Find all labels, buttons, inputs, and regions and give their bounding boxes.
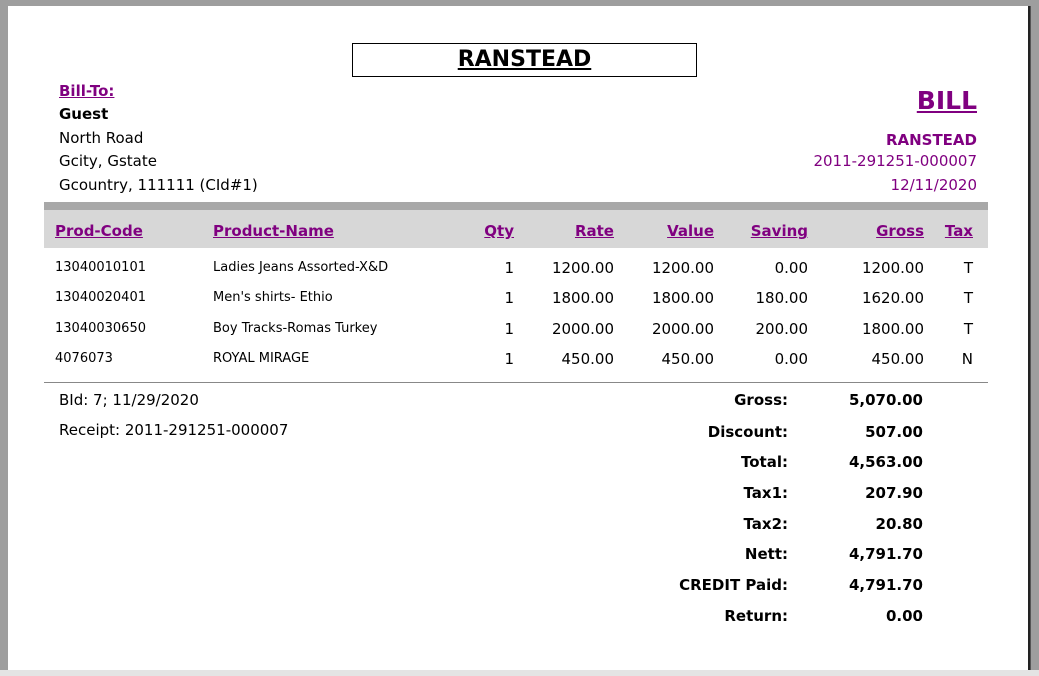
total-label-tax1: Tax1: [743, 484, 788, 502]
total-label-total: Total: [741, 453, 788, 471]
bill-number: 2011-291251-000007 [813, 152, 977, 170]
col-header-qty: Qty [484, 222, 514, 240]
item-tax: T [963, 259, 973, 277]
item-code: 13040020401 [55, 290, 146, 305]
item-rate: 450.00 [561, 350, 615, 368]
item-rate: 1200.00 [551, 259, 614, 277]
item-rate: 1800.00 [551, 289, 614, 307]
store-header-box: RANSTEAD [352, 43, 697, 77]
bill-document: RANSTEAD Bill-To: Guest North Road Gcity… [8, 6, 1030, 670]
bill-store-name: RANSTEAD [885, 131, 977, 149]
item-tax: N [961, 350, 973, 368]
total-label-gross: Gross: [734, 391, 788, 409]
item-qty: 1 [504, 320, 514, 338]
item-tax: T [963, 289, 973, 307]
col-header-gross: Gross [876, 222, 924, 240]
item-code: 13040030650 [55, 321, 146, 336]
item-rate: 2000.00 [551, 320, 614, 338]
item-tax: T [963, 320, 973, 338]
item-name: Men's shirts- Ethio [213, 290, 333, 305]
item-value: 450.00 [661, 350, 715, 368]
item-qty: 1 [504, 259, 514, 277]
total-label-credit-paid: CREDIT Paid: [679, 576, 788, 594]
table-header-band [44, 202, 988, 248]
item-value: 1800.00 [651, 289, 714, 307]
total-value-gross: 5,070.00 [848, 391, 923, 409]
store-header: RANSTEAD [457, 47, 592, 72]
address-line-3: Gcountry, 111111 (CId#1) [59, 176, 258, 194]
col-header-rate: Rate [574, 222, 614, 240]
item-value: 1200.00 [651, 259, 714, 277]
total-value-credit-paid: 4,791.70 [848, 576, 923, 594]
item-gross: 1200.00 [861, 259, 924, 277]
item-gross: 450.00 [871, 350, 925, 368]
col-header-tax: Tax [944, 222, 973, 240]
col-header-prod-code: Prod-Code [55, 222, 143, 240]
bill-date: 12/11/2020 [890, 176, 977, 194]
item-qty: 1 [504, 350, 514, 368]
item-value: 2000.00 [651, 320, 714, 338]
total-label-nett: Nett: [744, 545, 788, 563]
item-gross: 1620.00 [861, 289, 924, 307]
items-divider [44, 382, 988, 383]
total-label-tax2: Tax2: [743, 515, 788, 533]
total-value-nett: 4,791.70 [848, 545, 923, 563]
item-name: Boy Tracks-Romas Turkey [213, 321, 378, 336]
bill-title: BILL [916, 86, 977, 115]
item-name: Ladies Jeans Assorted-X&D [213, 260, 389, 275]
item-saving: 200.00 [755, 320, 809, 338]
item-code: 4076073 [55, 351, 113, 366]
item-saving: 0.00 [774, 259, 808, 277]
bill-to-label: Bill-To: [59, 82, 115, 100]
col-header-product-name: Product-Name [213, 222, 334, 240]
total-value-tax1: 207.90 [865, 484, 923, 502]
receipt-info: Receipt: 2011-291251-000007 [59, 421, 289, 439]
customer-name: Guest [59, 105, 109, 123]
address-line-2: Gcity, Gstate [59, 152, 157, 170]
bill-id-info: BId: 7; 11/29/2020 [59, 391, 199, 409]
col-header-saving: Saving [750, 222, 808, 240]
item-name: ROYAL MIRAGE [213, 351, 310, 366]
item-gross: 1800.00 [861, 320, 924, 338]
total-value-return: 0.00 [885, 607, 923, 625]
total-label-discount: Discount: [707, 423, 788, 441]
col-header-value: Value [667, 222, 714, 240]
total-value-total: 4,563.00 [848, 453, 923, 471]
item-qty: 1 [504, 289, 514, 307]
total-label-return: Return: [724, 607, 788, 625]
item-saving: 180.00 [755, 289, 809, 307]
item-saving: 0.00 [774, 350, 808, 368]
total-value-discount: 507.00 [865, 423, 923, 441]
total-value-tax2: 20.80 [875, 515, 923, 533]
item-code: 13040010101 [55, 260, 146, 275]
address-line-1: North Road [59, 129, 144, 147]
viewer-bottom-strip [0, 670, 1039, 676]
